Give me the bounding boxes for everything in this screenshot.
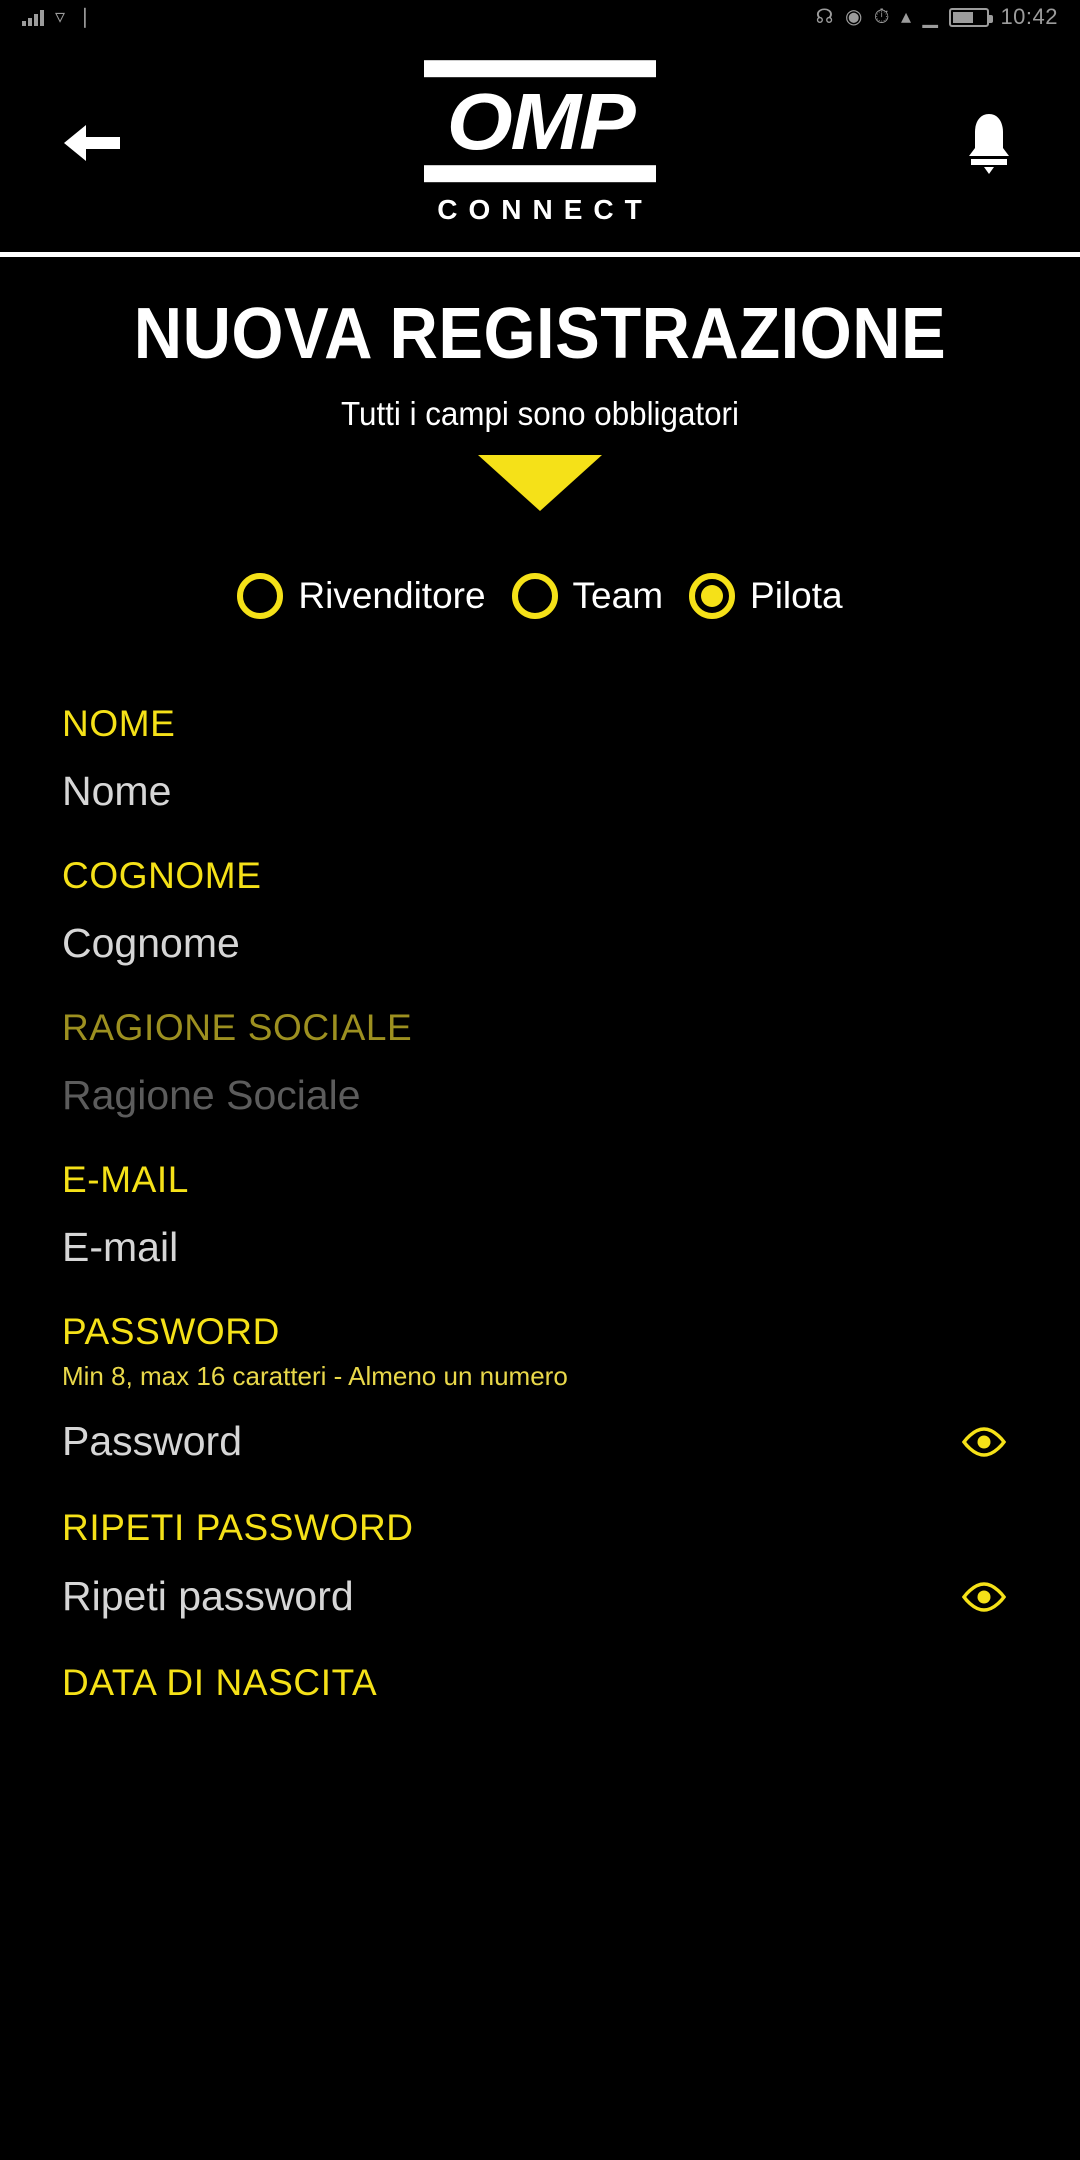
field-hint-password: Min 8, max 16 caratteri - Almeno un nume… [62, 1361, 568, 1391]
field-password: PASSWORD Min 8, max 16 caratteri - Almen… [62, 1287, 1018, 1481]
registration-form: NOME Nome COGNOME Cognome RAGIONE SOCIAL… [62, 679, 1018, 1741]
field-input-nome[interactable]: Nome [62, 742, 1018, 829]
field-label-email: E-MAIL [62, 1159, 189, 1200]
field-cognome: COGNOME Cognome [62, 831, 1018, 981]
radio-circle-icon [237, 573, 284, 619]
bluetooth-icon: ☊ [815, 6, 834, 28]
field-placeholder-nome: Nome [62, 768, 172, 814]
field-label-cognome: COGNOME [62, 855, 262, 896]
radio-circle-icon [511, 573, 558, 619]
radio-option-rivenditore[interactable]: Rivenditore [237, 573, 486, 619]
page-content: NUOVA REGISTRAZIONE Tutti i campi sono o… [0, 257, 1080, 1743]
field-placeholder-email: E-mail [62, 1224, 179, 1270]
logo-bottom-rule [424, 164, 656, 182]
notifications-button[interactable] [944, 98, 1034, 188]
alarm-icon: ⏱ [873, 6, 890, 28]
radio-option-team[interactable]: Team [511, 573, 664, 619]
toggle-password-visibility-button[interactable] [956, 1417, 1012, 1467]
field-nome: NOME Nome [62, 679, 1018, 829]
logo-top-rule [424, 60, 656, 78]
toggle-repeat-password-visibility-button[interactable] [956, 1572, 1012, 1622]
field-data-di-nascita: DATA DI NASCITA [62, 1638, 1018, 1741]
field-label-ragione-sociale: RAGIONE SOCIALE [62, 1007, 413, 1048]
status-bar-clock: 10:42 [1000, 4, 1058, 29]
field-label-data-di-nascita: DATA DI NASCITA [62, 1661, 378, 1703]
location-icon: ◉ [844, 6, 863, 28]
logo-connect-text: CONNECT [437, 193, 653, 225]
wifi-icon: ▿ [55, 6, 66, 28]
field-placeholder-cognome: Cognome [62, 920, 240, 966]
battery-icon [949, 7, 994, 27]
field-label-nome: NOME [62, 703, 176, 744]
field-label-password: PASSWORD [62, 1311, 280, 1352]
eye-icon [961, 1581, 1007, 1612]
triangle-down-icon [478, 455, 602, 511]
app-bar: OMP CONNECT [0, 34, 1080, 252]
wifi-icon: ▴ [901, 6, 912, 28]
field-placeholder-ragione-sociale: Ragione Sociale [62, 1072, 361, 1118]
back-button[interactable] [46, 98, 136, 188]
signal-bars-icon [22, 8, 44, 26]
field-placeholder-password: Password [62, 1418, 243, 1465]
bell-icon [969, 114, 1009, 174]
logo-omp-text: OMP [446, 77, 636, 167]
radio-label-pilota: Pilota [750, 575, 843, 616]
omp-connect-logo: OMP CONNECT [424, 60, 656, 226]
radio-label-team: Team [572, 575, 664, 616]
page-title: NUOVA REGISTRAZIONE [133, 294, 947, 374]
field-input-password[interactable]: Password [62, 1391, 1018, 1481]
radio-option-pilota[interactable]: Pilota [689, 573, 843, 619]
field-placeholder-ripeti-password: Ripeti password [62, 1573, 354, 1620]
status-bar-right: ☊ ◉ ⏱ ▴ ▁ 10:42 [816, 4, 1058, 30]
field-label-ripeti-password: RIPETI PASSWORD [62, 1506, 414, 1548]
field-ragione-sociale: RAGIONE SOCIALE Ragione Sociale [62, 983, 1018, 1133]
arrow-left-icon [64, 125, 120, 161]
field-input-ripeti-password[interactable]: Ripeti password [62, 1546, 1018, 1636]
field-input-cognome[interactable]: Cognome [62, 894, 1018, 981]
signal-icon: ▁ [922, 6, 939, 28]
field-ripeti-password: RIPETI PASSWORD Ripeti password [62, 1483, 1018, 1636]
eye-icon [961, 1426, 1007, 1457]
status-bar-left: ▿ ❘ [22, 7, 94, 27]
field-email: E-MAIL E-mail [62, 1135, 1018, 1285]
radio-circle-selected-icon [689, 573, 736, 619]
radio-label-rivenditore: Rivenditore [298, 575, 486, 616]
field-input-email[interactable]: E-mail [62, 1198, 1018, 1285]
vibrate-icon: ❘ [76, 6, 94, 28]
account-type-radio-group: Rivenditore Team Pilota [62, 573, 1018, 619]
field-input-ragione-sociale: Ragione Sociale [62, 1046, 1018, 1133]
status-bar: ▿ ❘ ☊ ◉ ⏱ ▴ ▁ 10:42 [0, 0, 1080, 34]
app-screen: ▿ ❘ ☊ ◉ ⏱ ▴ ▁ 10:42 OMP CONNECT NUOVA RE… [0, 0, 1080, 2160]
page-subtitle: Tutti i campi sono obbligatori [341, 395, 739, 432]
